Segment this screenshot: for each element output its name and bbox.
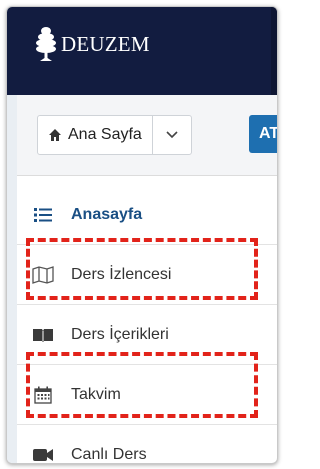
tree-logo-icon — [36, 27, 56, 61]
deuzem-logo[interactable]: DEUZEM — [35, 25, 150, 63]
home-button-label: Ana Sayfa — [68, 126, 142, 143]
highlight-box-takvim — [26, 352, 258, 418]
logo-text: DEUZEM — [61, 31, 150, 56]
next-button[interactable]: AT — [249, 115, 277, 153]
header-right-edge — [271, 7, 277, 95]
home-button-group: Ana Sayfa — [37, 115, 192, 155]
list-icon — [32, 206, 54, 224]
highlight-box-ders-izlencesi — [26, 238, 258, 300]
home-dropdown-button[interactable] — [153, 116, 191, 154]
navbar: Ana Sayfa AT — [17, 95, 277, 176]
sidebar-item-label: Anasayfa — [71, 205, 143, 223]
home-icon — [48, 128, 62, 142]
book-open-icon — [32, 326, 54, 344]
screenshot-frame: DEUZEM Ana Sayfa AT Anasayfa Ders İzlenc… — [6, 6, 278, 464]
sidebar-item-label: Canlı Ders — [71, 445, 147, 463]
top-header: DEUZEM — [7, 7, 277, 95]
sidebar-item-label: Ders İçerikleri — [71, 325, 169, 343]
sidebar-item-anasayfa[interactable]: Anasayfa — [17, 185, 277, 245]
home-button[interactable]: Ana Sayfa — [38, 116, 153, 154]
sidebar-item-canli-ders[interactable]: Canlı Ders — [17, 425, 277, 464]
chevron-down-icon — [166, 131, 178, 139]
video-camera-icon — [32, 446, 54, 464]
sidebar-menu: Anasayfa Ders İzlencesi Ders İçerikleri — [17, 185, 277, 464]
